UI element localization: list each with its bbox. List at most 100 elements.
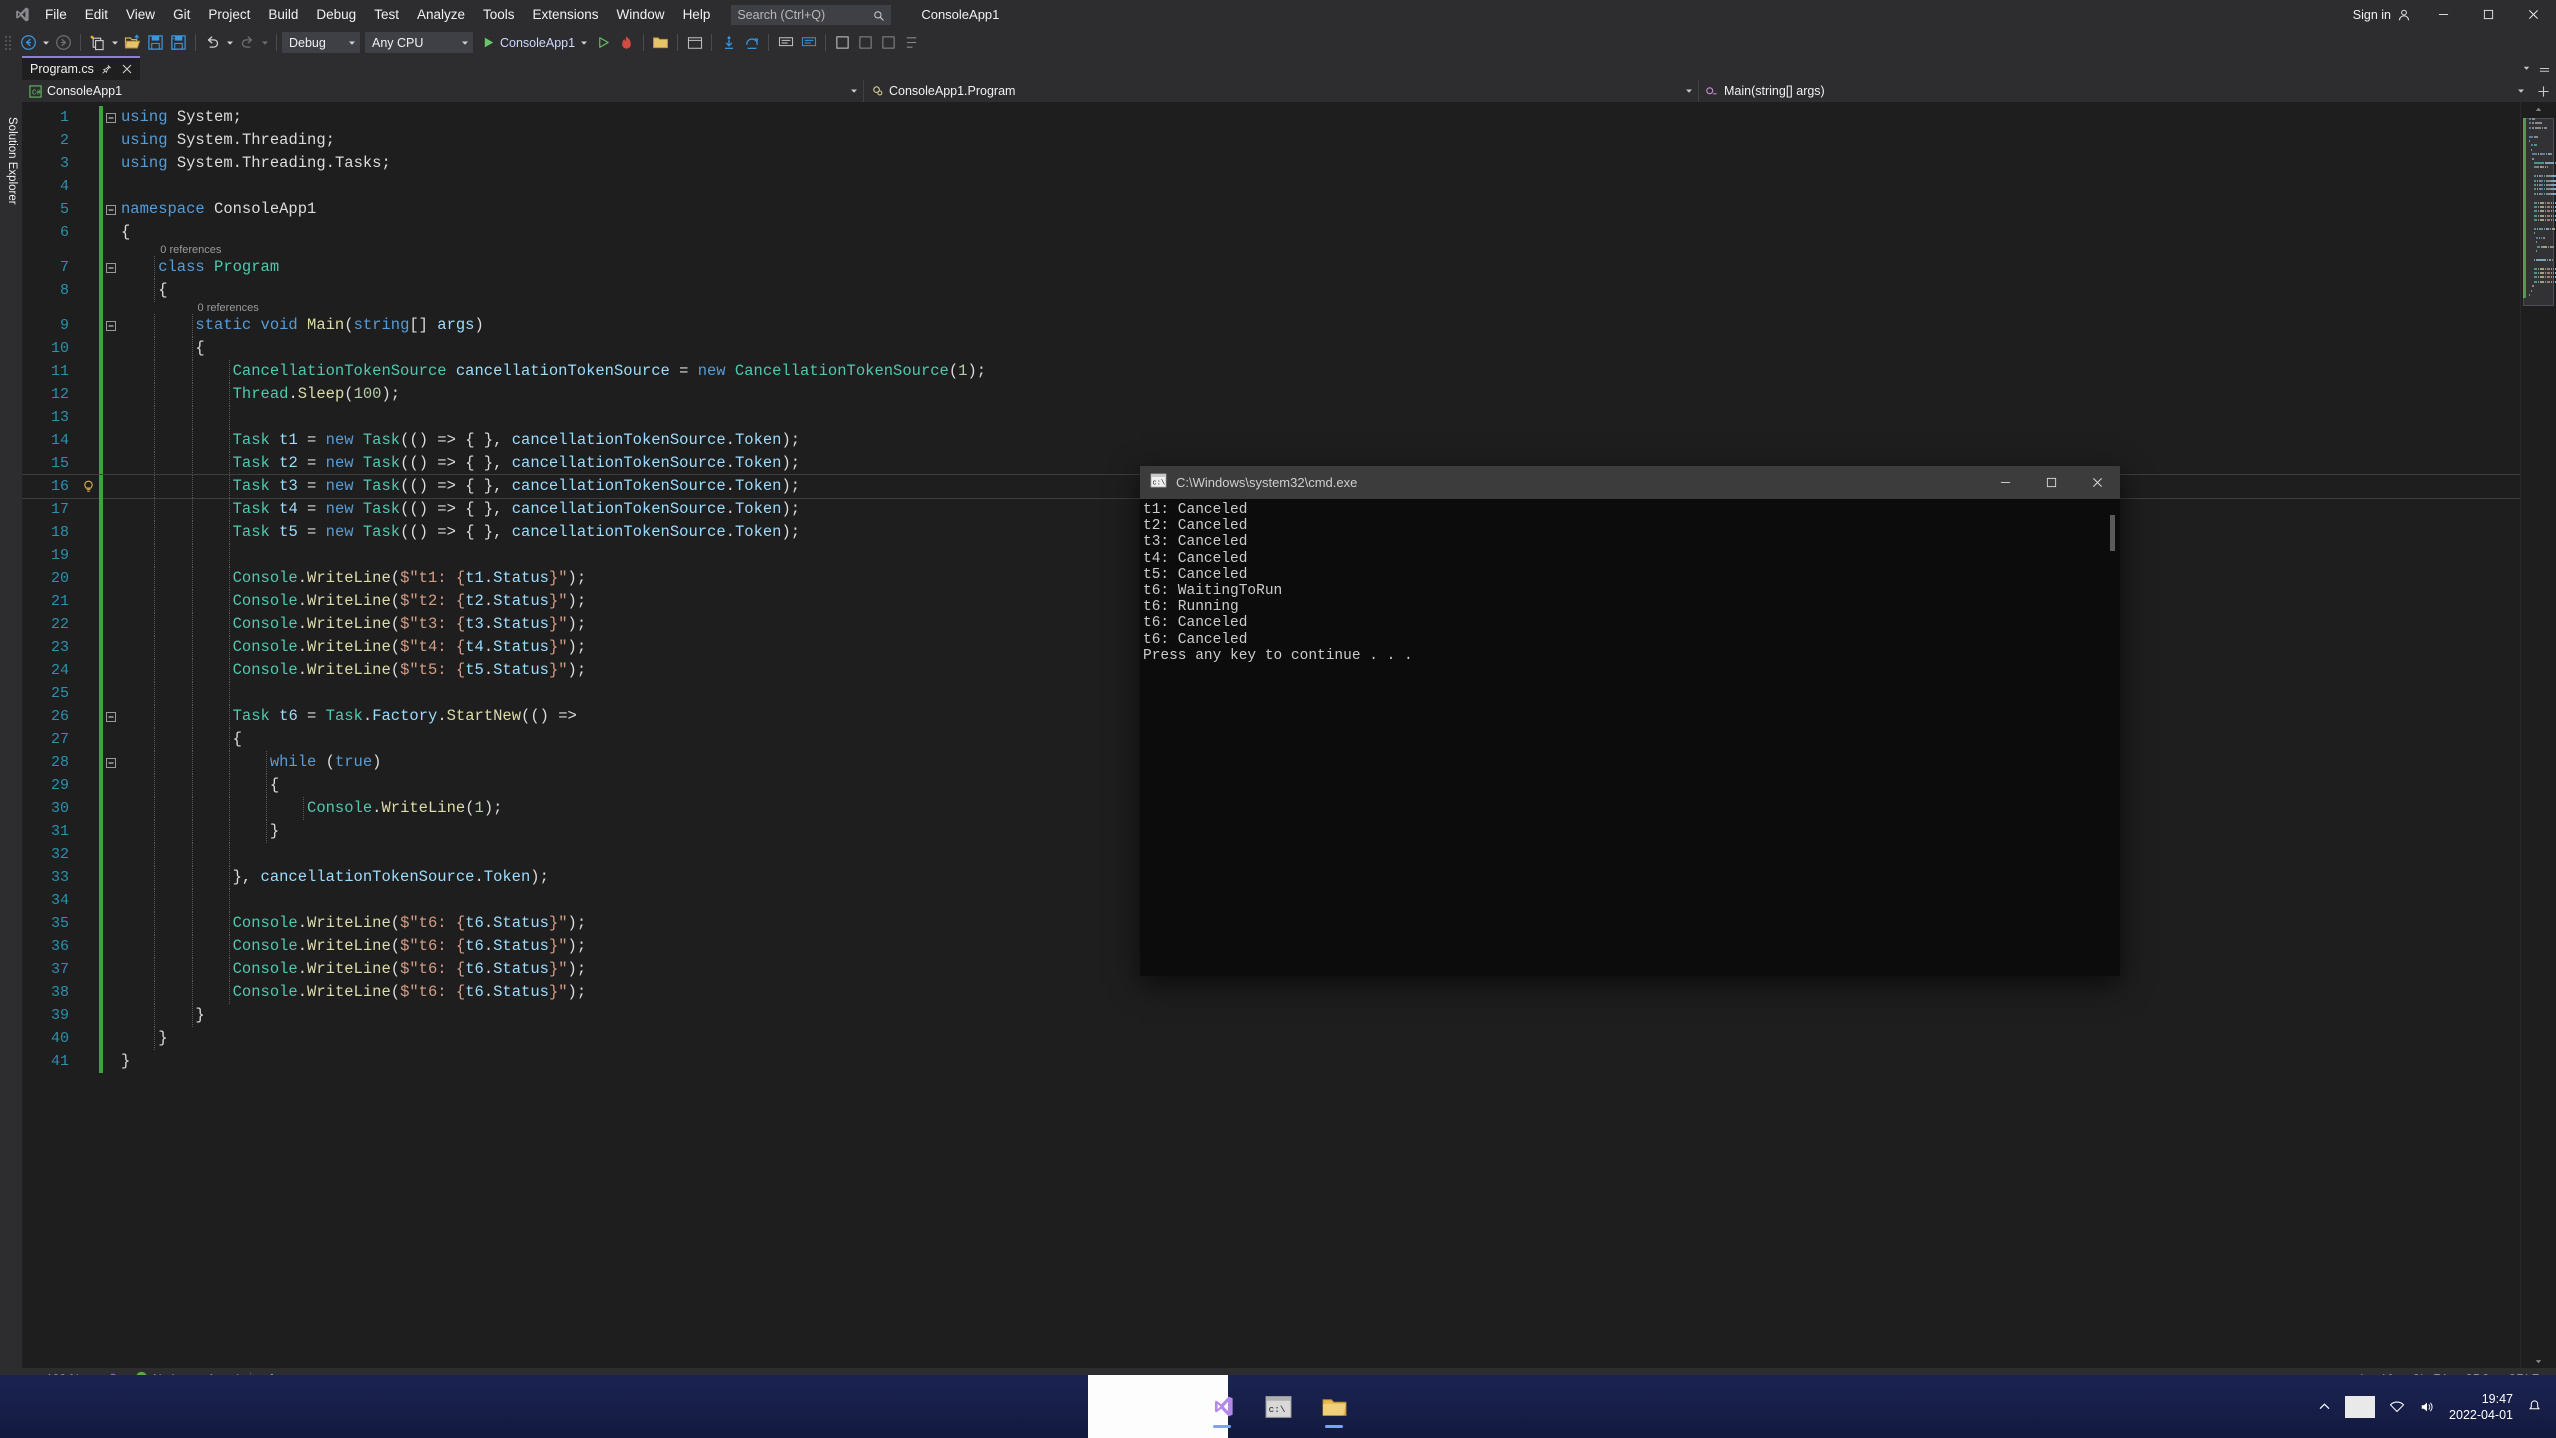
minimap-viewport[interactable] (2523, 118, 2554, 306)
toolbar-grip[interactable] (4, 35, 13, 51)
code-line[interactable]: 38 Console.WriteLine($"t6: {t6.Status}")… (22, 981, 2520, 1004)
bookmark-button[interactable] (831, 32, 854, 54)
solution-explorer-tab-label[interactable]: Solution Explorer (0, 111, 22, 211)
split-view-icon[interactable] (2536, 59, 2552, 77)
fold-collapse-icon[interactable] (103, 113, 119, 123)
expand-button[interactable] (877, 32, 900, 54)
fold-collapse-icon[interactable] (103, 758, 119, 768)
solution-explorer-icon-button[interactable] (649, 32, 672, 54)
fold-collapse-icon[interactable] (103, 263, 119, 273)
code-line[interactable]: 40 } (22, 1027, 2520, 1050)
sign-in-button[interactable]: Sign in (2353, 8, 2421, 22)
code-line[interactable]: 12 Thread.Sleep(100); (22, 383, 2520, 406)
code-line[interactable]: 9 static void Main(string[] args) (22, 314, 2520, 337)
console-maximize-button[interactable] (2028, 466, 2074, 499)
console-scrollbar[interactable] (2107, 499, 2120, 976)
menu-item-build[interactable]: Build (259, 3, 307, 26)
menu-item-project[interactable]: Project (199, 3, 259, 26)
type-dropdown[interactable]: ConsoleApp1.Program (864, 80, 1699, 102)
solution-configuration-dropdown[interactable]: Debug (282, 32, 360, 53)
console-output[interactable]: t1: Canceledt2: Canceledt3: Canceledt4: … (1140, 499, 2120, 976)
codelens-reference-count[interactable]: 0 references (119, 244, 221, 256)
menu-item-git[interactable]: Git (164, 3, 199, 26)
taskbar-cmd-icon[interactable]: c:\ (1255, 1384, 1301, 1430)
start-debugging-button[interactable]: ConsoleApp1 (478, 32, 592, 54)
pin-icon[interactable] (100, 62, 114, 76)
redo-button[interactable] (236, 32, 259, 54)
collapse-button[interactable] (900, 32, 923, 54)
menu-item-analyze[interactable]: Analyze (408, 3, 474, 26)
open-file-button[interactable] (121, 32, 144, 54)
scroll-up-button[interactable] (2521, 102, 2556, 116)
editor-minimap[interactable] (2523, 118, 2554, 1352)
chevron-down-icon[interactable] (845, 87, 863, 95)
chevron-down-icon[interactable] (2512, 87, 2530, 95)
code-line[interactable]: 8 { (22, 279, 2520, 302)
tab-overflow-chevron-icon[interactable] (2518, 59, 2534, 77)
console-title-bar[interactable]: c:\ C:\Windows\system32\cmd.exe (1140, 466, 2120, 499)
scroll-down-button[interactable] (2521, 1354, 2556, 1368)
console-close-button[interactable] (2074, 466, 2120, 499)
menu-item-help[interactable]: Help (674, 3, 720, 26)
code-line[interactable]: 11 CancellationTokenSource cancellationT… (22, 360, 2520, 383)
navigate-forward-button[interactable] (52, 32, 75, 54)
solution-platform-dropdown[interactable]: Any CPU (365, 32, 473, 53)
code-line[interactable]: 39 } (22, 1004, 2520, 1027)
command-prompt-window[interactable]: c:\ C:\Windows\system32\cmd.exe t1: Canc… (1140, 466, 2120, 976)
menu-item-extensions[interactable]: Extensions (524, 3, 608, 26)
maximize-button[interactable] (2466, 0, 2511, 29)
code-line[interactable]: 14 Task t1 = new Task(() => { }, cancell… (22, 429, 2520, 452)
save-all-button[interactable] (167, 32, 190, 54)
solution-explorer-dock[interactable]: Solution Explorer (0, 56, 22, 1414)
code-line[interactable]: 7 class Program (22, 256, 2520, 279)
comment-button[interactable] (774, 32, 797, 54)
menu-item-debug[interactable]: Debug (307, 3, 365, 26)
undo-button[interactable] (201, 32, 224, 54)
search-input[interactable]: Search (Ctrl+Q) (731, 5, 891, 25)
menu-item-tools[interactable]: Tools (474, 3, 524, 26)
menu-item-file[interactable]: File (36, 3, 76, 26)
code-line[interactable]: 2using System.Threading; (22, 129, 2520, 152)
code-line[interactable]: 1using System; (22, 106, 2520, 129)
console-scrollbar-thumb[interactable] (2110, 515, 2115, 551)
step-over-button[interactable] (740, 32, 763, 54)
close-icon[interactable] (120, 62, 134, 76)
redo-dropdown[interactable] (259, 32, 271, 54)
editor-vertical-scrollbar[interactable] (2520, 102, 2556, 1368)
start-without-debugging-button[interactable] (592, 32, 615, 54)
notification-center-icon[interactable] (2527, 1399, 2542, 1414)
fold-collapse-icon[interactable] (103, 712, 119, 722)
minimize-button[interactable] (2421, 0, 2466, 29)
undo-dropdown[interactable] (224, 32, 236, 54)
fold-collapse-icon[interactable] (103, 321, 119, 331)
uncomment-button[interactable] (797, 32, 820, 54)
member-dropdown[interactable]: Main(string[] args) (1699, 80, 2530, 102)
menu-item-test[interactable]: Test (365, 3, 408, 26)
code-line[interactable]: 6{ (22, 221, 2520, 244)
window-layout-button[interactable] (683, 32, 706, 54)
close-button[interactable] (2511, 0, 2556, 29)
taskbar-explorer-icon[interactable] (1311, 1384, 1357, 1430)
codelens-reference-count[interactable]: 0 references (119, 302, 259, 314)
fold-collapse-icon[interactable] (103, 205, 119, 215)
hot-reload-button[interactable] (615, 32, 638, 54)
code-line[interactable]: 5namespace ConsoleApp1 (22, 198, 2520, 221)
step-into-button[interactable] (717, 32, 740, 54)
code-line[interactable]: 3using System.Threading.Tasks; (22, 152, 2520, 175)
code-line[interactable]: 4 (22, 175, 2520, 198)
save-button[interactable] (144, 32, 167, 54)
volume-icon[interactable] (2419, 1400, 2435, 1414)
navigate-backward-button[interactable] (17, 32, 40, 54)
tray-expand-chevron-icon[interactable] (2318, 1400, 2331, 1413)
menu-item-window[interactable]: Window (608, 3, 674, 26)
toggle-outline-button[interactable] (854, 32, 877, 54)
lightbulb-icon[interactable] (77, 480, 99, 494)
console-minimize-button[interactable] (1982, 466, 2028, 499)
code-line[interactable]: 10 { (22, 337, 2520, 360)
menu-item-view[interactable]: View (117, 3, 164, 26)
navigate-backward-dropdown[interactable] (40, 32, 52, 54)
taskbar-visual-studio-icon[interactable] (1199, 1384, 1245, 1430)
project-dropdown[interactable]: C# ConsoleApp1 (22, 80, 864, 102)
chevron-down-icon[interactable] (1680, 87, 1698, 95)
code-line[interactable]: 41} (22, 1050, 2520, 1073)
